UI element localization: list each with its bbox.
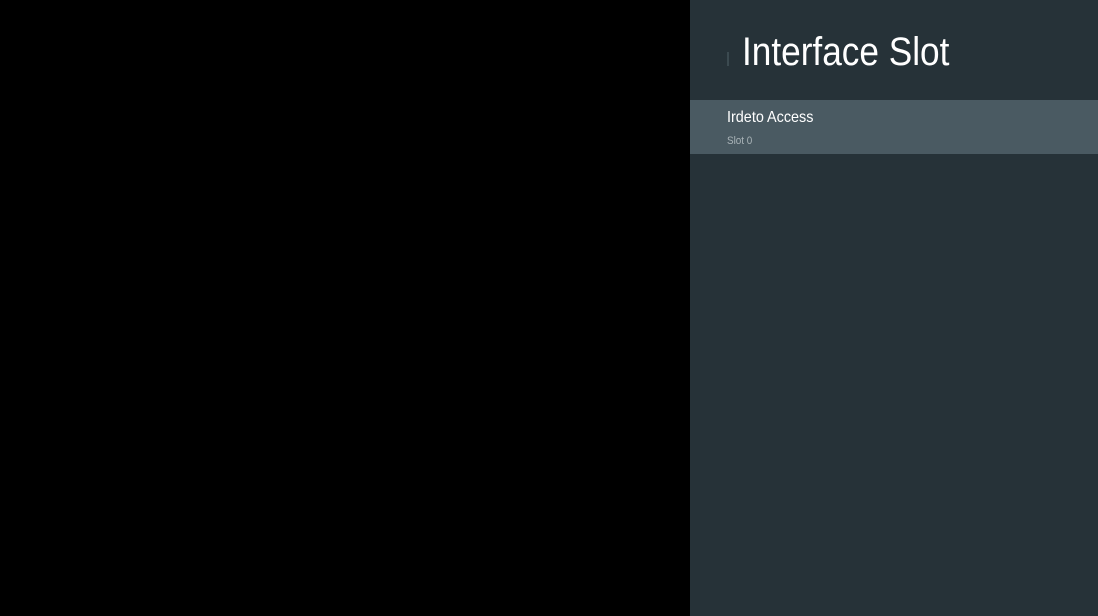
- menu-item-irdeto-access[interactable]: Irdeto Access Slot 0: [690, 100, 1098, 154]
- menu-item-subtitle: Slot 0: [727, 135, 753, 147]
- panel-header: Interface Slot: [690, 0, 1098, 100]
- panel-title: Interface Slot: [742, 30, 950, 74]
- video-preview-area: [0, 0, 690, 616]
- menu-item-title: Irdeto Access: [727, 109, 814, 126]
- settings-side-panel: Interface Slot Irdeto Access Slot 0: [690, 0, 1098, 616]
- header-marker: [727, 52, 729, 66]
- tv-screen: Interface Slot Irdeto Access Slot 0: [0, 0, 1098, 616]
- menu-list: Irdeto Access Slot 0: [690, 100, 1098, 154]
